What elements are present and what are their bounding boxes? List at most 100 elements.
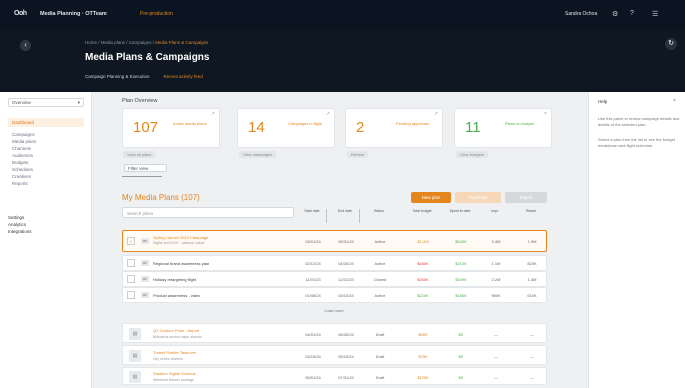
table-row[interactable]: MP Holiday retargeting flight 11/01/23 1…	[122, 271, 547, 287]
sidebar-item[interactable]: Budgets	[12, 160, 29, 165]
kpi-link[interactable]: Review	[347, 151, 369, 158]
sidebar-item[interactable]: Campaigns	[12, 132, 35, 137]
cell: $0	[458, 354, 464, 359]
filter-button[interactable]: Filter view	[124, 164, 167, 172]
expand-icon[interactable]: ↗	[543, 111, 547, 117]
cell: —	[530, 375, 534, 380]
sidebar-item[interactable]: Reports	[12, 181, 28, 186]
app-logo[interactable]: Ooh	[14, 10, 27, 17]
sidebar-item[interactable]: Creatives	[12, 174, 31, 179]
sidebar-group[interactable]: Integrations	[8, 229, 32, 234]
left-sidebar: Overview ▾ Dashboard Campaigns Media plan…	[0, 92, 92, 388]
campaign-row[interactable]: ▤ Q2 Outdoor Push - Airport Billboards a…	[122, 323, 547, 343]
cell: 1.1M	[491, 261, 501, 266]
campaign-row[interactable]: ▤ Transit Shelter Takeover City centre s…	[122, 345, 547, 365]
kpi-card[interactable]: 107 Active media plans ↗	[122, 108, 220, 148]
cell: 3.4M	[491, 239, 501, 244]
column-header[interactable]: Impr.	[480, 209, 510, 214]
cell: 1.9M	[527, 239, 537, 244]
kpi-card[interactable]: 2 Pending approvals ↗	[345, 108, 443, 148]
expand-icon[interactable]: ↗	[211, 111, 215, 117]
row-name[interactable]: Spring Launch 2024 Campaign	[153, 235, 208, 240]
document-icon: ▤	[129, 371, 141, 383]
refresh-icon[interactable]: ↻	[665, 38, 677, 50]
row-name[interactable]: Product awareness - video	[153, 293, 200, 298]
sidebar-item[interactable]: Channels	[12, 146, 31, 151]
row-name[interactable]: Q2 Outdoor Push - Airport	[153, 328, 199, 333]
cell: $349K	[455, 277, 467, 282]
cell: $1.2M	[417, 239, 429, 244]
kpi-label: Pending approvals	[396, 121, 430, 126]
list-title: My Media Plans (107)	[122, 193, 200, 202]
column-header[interactable]: Status	[364, 209, 394, 214]
column-header[interactable]: Total budget	[404, 209, 440, 214]
expand-icon[interactable]: ↗	[434, 111, 438, 117]
sidebar-item[interactable]: Audiences	[12, 153, 33, 158]
new-plan-button[interactable]: New plan	[411, 192, 451, 203]
cell: Draft	[375, 332, 385, 337]
row-name[interactable]: Holiday retargeting flight	[153, 277, 196, 282]
kpi-link[interactable]: View budgets	[456, 151, 488, 158]
row-checkbox[interactable]: ✓	[127, 237, 135, 245]
close-icon[interactable]: ×	[673, 98, 676, 104]
subtitle-link[interactable]: Recent activity feed	[164, 74, 203, 79]
kpi-link[interactable]: View campaigns	[239, 151, 277, 158]
column-header[interactable]: End date	[330, 209, 360, 214]
row-checkbox[interactable]	[127, 275, 135, 283]
sidebar-group[interactable]: Settings	[8, 215, 24, 220]
sidebar-group[interactable]: Analytics	[8, 222, 26, 227]
export-button[interactable]: Export	[505, 192, 547, 203]
load-more-button[interactable]: Load more	[312, 306, 356, 315]
column-header[interactable]: Spent to date	[442, 209, 478, 214]
sidebar-item-active[interactable]: Dashboard	[8, 118, 84, 127]
column-header[interactable]: Reach	[516, 209, 546, 214]
cell: —	[494, 354, 498, 359]
cell: Draft	[375, 354, 385, 359]
cell: $0	[458, 375, 464, 380]
kpi-link[interactable]: View all plans	[123, 151, 156, 158]
column-header[interactable]: Start date	[297, 209, 327, 214]
duplicate-button[interactable]: Duplicate	[455, 192, 501, 203]
help-text: Use this panel to review campaign detail…	[598, 116, 680, 127]
campaign-row[interactable]: ▤ Stadium Digital Screens Weekend fixtur…	[122, 367, 547, 385]
row-name[interactable]: Stadium Digital Screens	[153, 371, 196, 376]
breadcrumb[interactable]: Home / Media plans / Campaigns / Media P…	[85, 40, 208, 45]
table-row[interactable]: MP Regional brand awareness plan 02/12/2…	[122, 255, 547, 271]
view-select-value: Overview	[12, 100, 31, 105]
document-icon: ▤	[129, 328, 141, 340]
sidebar-item[interactable]: Media plans	[12, 139, 36, 144]
cell: $220K	[417, 293, 429, 298]
view-select[interactable]: Overview ▾	[8, 98, 84, 107]
help-icon[interactable]: ?	[630, 10, 634, 17]
table-row[interactable]: MP Product awareness - video 01/08/24 03…	[122, 287, 547, 303]
row-checkbox[interactable]	[127, 291, 135, 299]
kpi-card[interactable]: 11 Plans on budget ↗	[454, 108, 552, 148]
row-checkbox[interactable]	[127, 259, 135, 267]
row-tag: MP	[141, 292, 149, 298]
cell: $185K	[455, 293, 467, 298]
bell-icon[interactable]: ⚙	[612, 10, 618, 18]
breadcrumb-prefix[interactable]: Home / Media plans / Campaigns /	[85, 40, 155, 45]
cell: Active	[374, 293, 386, 298]
sidebar-item[interactable]: Schedules	[12, 167, 33, 172]
row-name[interactable]: Regional brand awareness plan	[153, 261, 209, 266]
search-input[interactable]: Search plans	[122, 207, 294, 218]
row-name[interactable]: Transit Shelter Takeover	[153, 350, 196, 355]
user-name[interactable]: Sandra Ochoa	[565, 11, 597, 17]
breadcrumb-active: Media Plans & Campaigns	[155, 40, 209, 45]
cell: $120K	[417, 375, 429, 380]
expand-icon[interactable]: ↗	[326, 111, 330, 117]
row-description: Billboards across major airports	[153, 335, 203, 339]
page-header: ‹ Home / Media plans / Campaigns / Media…	[0, 30, 685, 92]
cell: 2.2M	[491, 277, 501, 282]
back-icon[interactable]: ‹	[20, 40, 31, 51]
row-description: Digital and OOH - national rollout	[153, 241, 205, 245]
apps-icon[interactable]: ☰	[652, 10, 658, 18]
kpi-label: Campaigns in flight	[288, 121, 323, 126]
table-row[interactable]: ✓ MP Spring Launch 2024 Campaign Digital…	[122, 230, 547, 252]
document-icon: ▤	[129, 350, 141, 362]
cell: $640K	[455, 239, 467, 244]
right-panel: Help × Use this panel to review campaign…	[588, 92, 685, 388]
header-subtitle: Campaign Planning & Execution Recent acti…	[85, 74, 203, 79]
kpi-card[interactable]: 14 Campaigns in flight ↗	[237, 108, 335, 148]
